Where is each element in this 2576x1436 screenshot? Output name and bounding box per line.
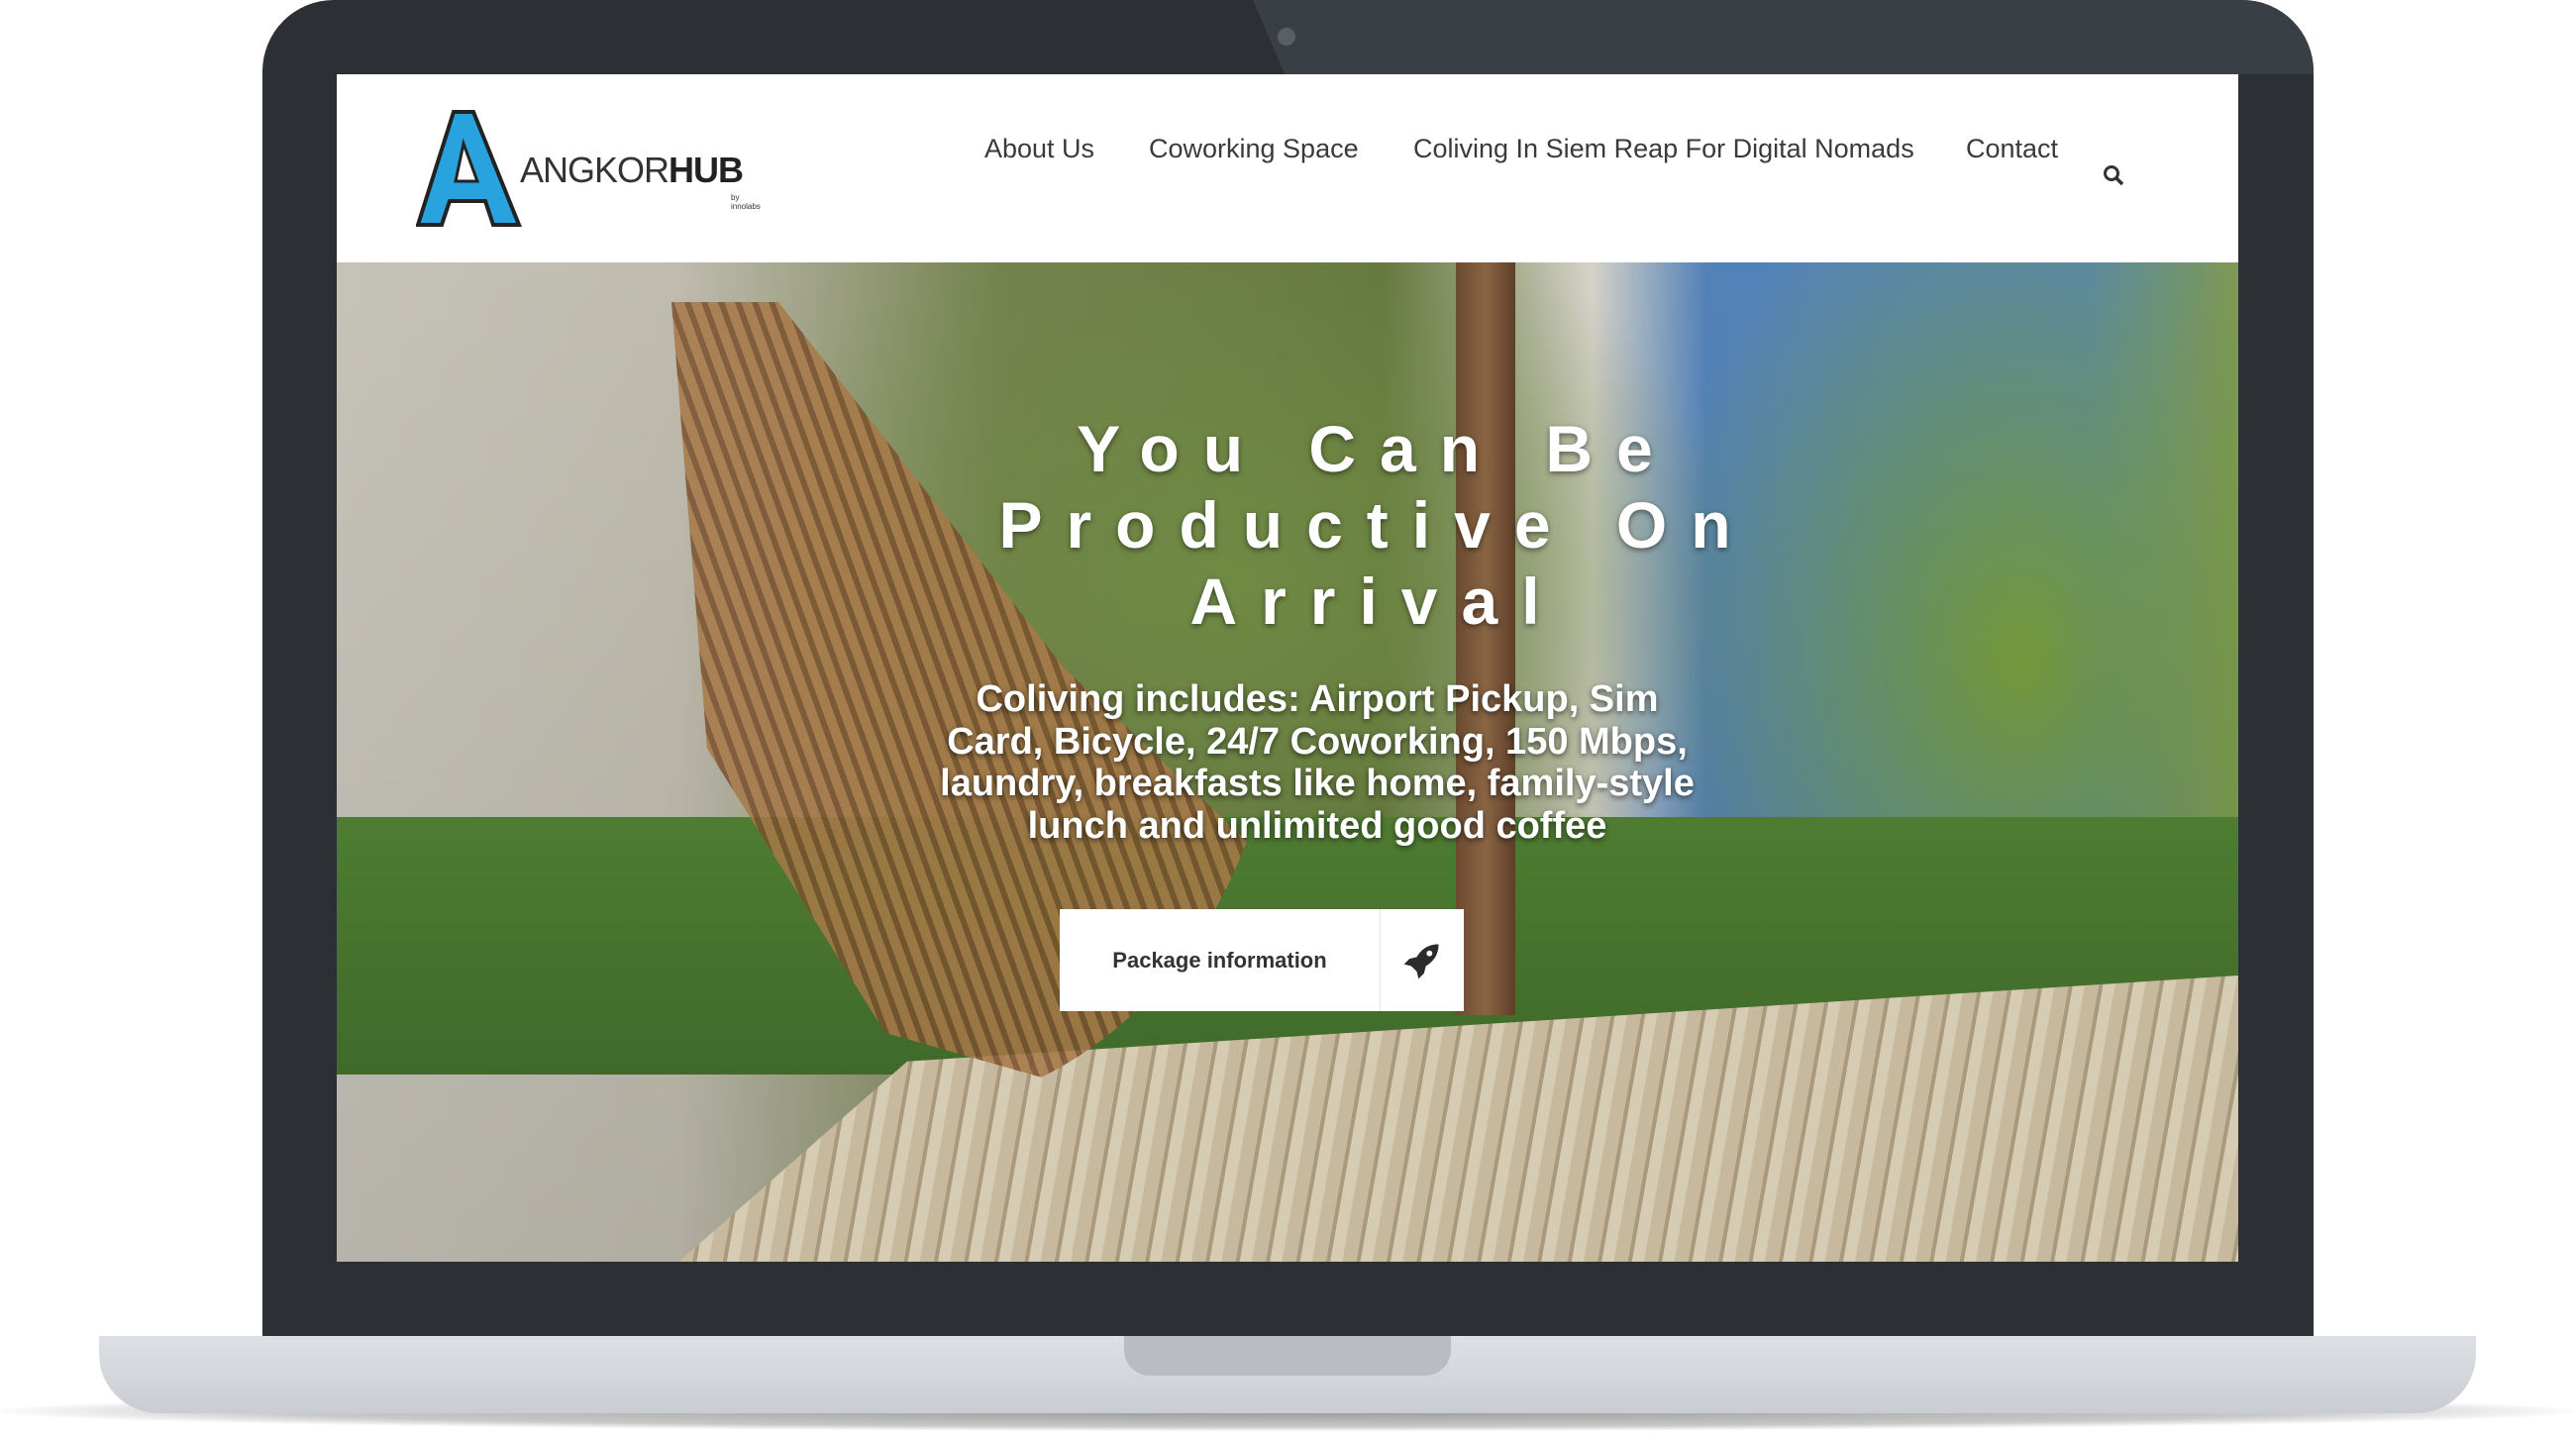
laptop-notch <box>1124 1336 1451 1376</box>
hero-subtitle: Coliving includes: Airport Pickup, Sim C… <box>822 678 1812 847</box>
subtitle-line: lunch and unlimited good coffee <box>1027 804 1607 847</box>
subtitle-line: Coliving includes: Airport Pickup, Sim <box>976 678 1659 720</box>
headline-line: Arrival <box>1189 564 1564 638</box>
nav-coliving[interactable]: Coliving In Siem Reap For Digital Nomads <box>1413 134 1914 164</box>
headline-line: Productive On <box>998 488 1755 562</box>
subtitle-line: laundry, breakfasts like home, family-st… <box>940 763 1695 804</box>
nav-about-us[interactable]: About Us <box>984 134 1094 164</box>
package-information-label: Package information <box>1112 947 1327 973</box>
logo-text: ANGKORHUB <box>520 150 744 190</box>
logo-a-icon <box>416 110 522 227</box>
site-header: ANGKORHUB by innolabs About Us Coworking… <box>337 74 2238 262</box>
camera-icon <box>1278 28 1295 46</box>
website-screen: ANGKORHUB by innolabs About Us Coworking… <box>337 74 2238 1262</box>
laptop-lid-highlight <box>1253 0 2314 74</box>
package-information-button[interactable]: Package information <box>1060 909 1464 1011</box>
rocket-icon <box>1380 909 1464 1011</box>
hero-headline: You Can Be Productive On Arrival <box>763 411 1991 640</box>
hero-section: You Can Be Productive On Arrival Colivin… <box>337 262 2238 1262</box>
logo-byline: by innolabs <box>731 193 761 211</box>
search-icon[interactable] <box>2102 163 2125 187</box>
logo[interactable]: ANGKORHUB by innolabs <box>416 110 761 229</box>
nav-contact[interactable]: Contact <box>1966 134 2058 164</box>
nav-coworking-space[interactable]: Coworking Space <box>1149 134 1359 164</box>
headline-line: You Can Be <box>1077 412 1677 485</box>
subtitle-line: Card, Bicycle, 24/7 Coworking, 150 Mbps, <box>947 720 1688 763</box>
